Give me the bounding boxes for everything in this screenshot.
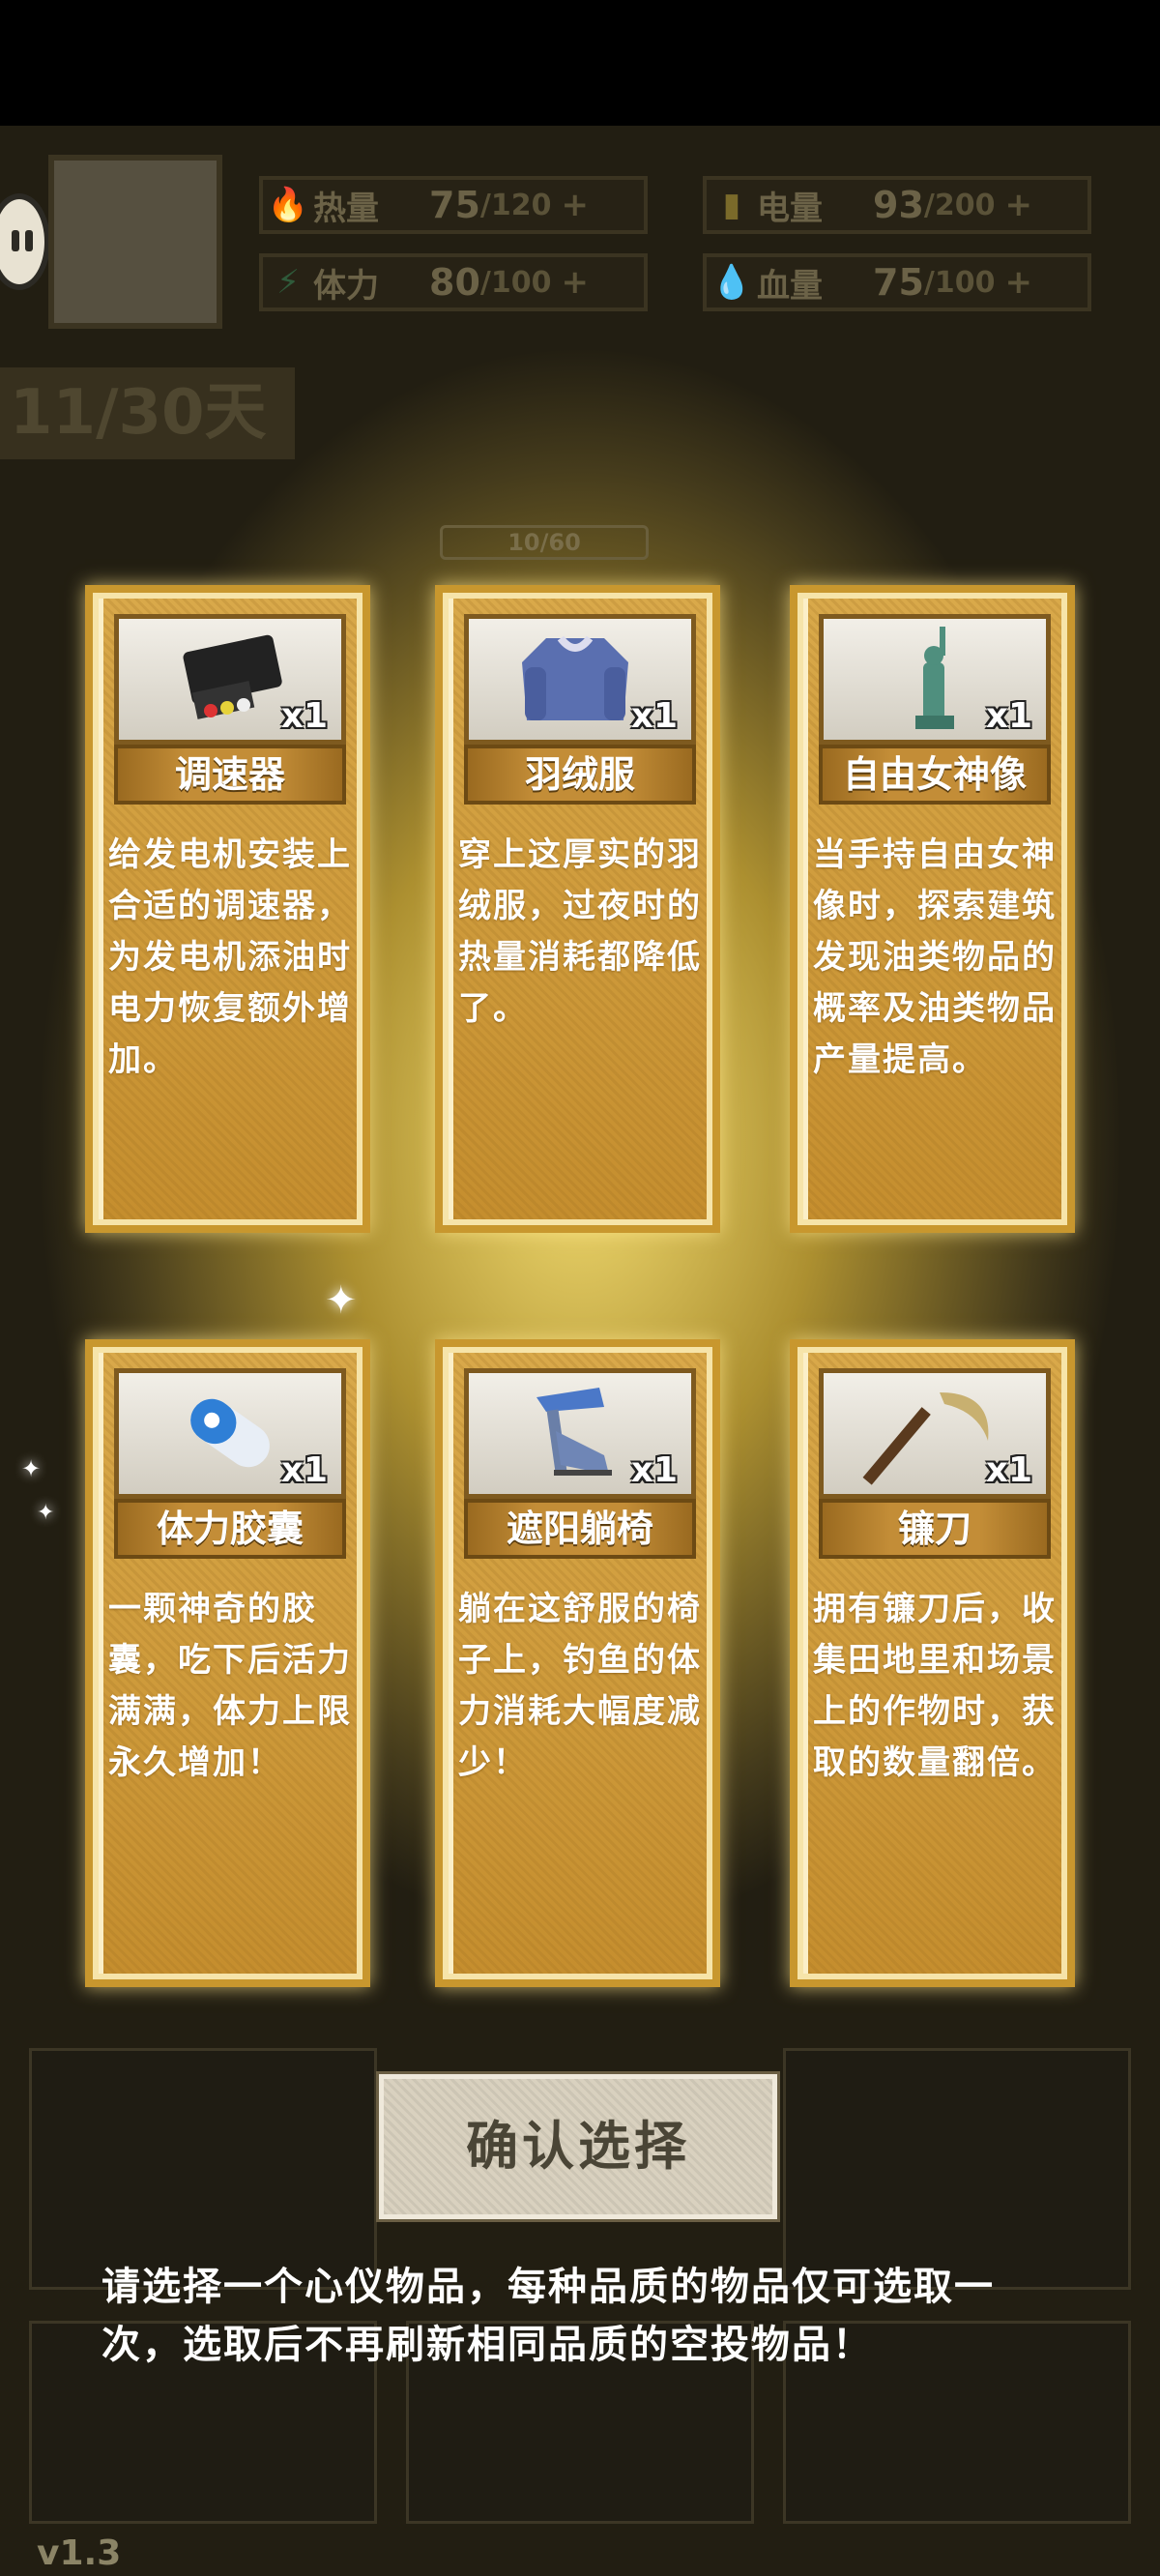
item-name: 遮阳躺椅 bbox=[464, 1499, 696, 1559]
card-sickle[interactable]: x1 镰刀 拥有镰刀后，收集田地里和场景上的作物时，获取的数量翻倍。 bbox=[790, 1339, 1075, 1987]
card-statue-of-liberty[interactable]: x1 自由女神像 当手持自由女神像时，探索建筑发现油类物品的概率及油类物品产量提… bbox=[790, 585, 1075, 1233]
stat-max: /200 bbox=[923, 188, 996, 222]
item-quantity: x1 bbox=[985, 1450, 1032, 1490]
stat-plus-button[interactable]: + bbox=[561, 186, 589, 224]
card-beach-chair[interactable]: x1 遮阳躺椅 躺在这舒服的椅子上，钓鱼的体力消耗大幅度减少！ bbox=[435, 1339, 720, 1987]
item-description: 一颗神奇的胶囊，吃下后活力满满，体力上限永久增加！ bbox=[108, 1590, 352, 1782]
item-name: 体力胶囊 bbox=[114, 1499, 346, 1559]
item-description: 躺在这舒服的椅子上，钓鱼的体力消耗大幅度减少！ bbox=[458, 1590, 702, 1782]
card-speed-controller[interactable]: x1 调速器 给发电机安装上合适的调速器，为发电机添油时电力恢复额外增加。 bbox=[85, 585, 370, 1233]
item-image: x1 bbox=[114, 614, 346, 745]
stat-value: 75 bbox=[873, 261, 924, 304]
progress-indicator: 10/60 bbox=[440, 525, 649, 560]
item-quantity: x1 bbox=[985, 696, 1032, 736]
avatar[interactable] bbox=[48, 155, 222, 329]
item-quantity: x1 bbox=[280, 696, 328, 736]
sparkle-icon: ✦ bbox=[21, 1455, 42, 1482]
sparkle-icon: ✦ bbox=[37, 1501, 55, 1525]
stat-power: ▮ 电量 93 /200 + bbox=[703, 176, 1091, 234]
stat-value: 93 bbox=[873, 184, 924, 226]
stat-label: 血量 bbox=[757, 266, 823, 306]
item-name: 羽绒服 bbox=[464, 745, 696, 805]
battery-icon: ▮ bbox=[722, 186, 741, 224]
stat-health: 💧 血量 75 /100 + bbox=[703, 253, 1091, 311]
item-image: x1 bbox=[464, 614, 696, 745]
card-stamina-capsule[interactable]: x1 体力胶囊 一颗神奇的胶囊，吃下后活力满满，体力上限永久增加！ bbox=[85, 1339, 370, 1987]
item-image: x1 bbox=[819, 1368, 1051, 1499]
stat-max: /100 bbox=[923, 265, 996, 300]
flame-icon: 🔥 bbox=[267, 186, 309, 224]
item-description: 给发电机安装上合适的调速器，为发电机添油时电力恢复额外增加。 bbox=[108, 835, 352, 1079]
item-name: 镰刀 bbox=[819, 1499, 1051, 1559]
stat-plus-button[interactable]: + bbox=[1004, 186, 1032, 224]
selection-hint: 请选择一个心仪物品，每种品质的物品仅可选取一次，选取后不再刷新相同品质的空投物品… bbox=[102, 2265, 995, 2367]
item-description: 拥有镰刀后，收集田地里和场景上的作物时，获取的数量翻倍。 bbox=[813, 1590, 1057, 1782]
item-description: 穿上这厚实的羽绒服，过夜时的热量消耗都降低了。 bbox=[458, 835, 702, 1028]
stat-plus-button[interactable]: + bbox=[561, 263, 589, 302]
confirm-button[interactable]: 确认选择 bbox=[379, 2074, 777, 2219]
sparkle-icon: ✦ bbox=[325, 1278, 358, 1323]
item-quantity: x1 bbox=[280, 1450, 328, 1490]
day-counter: 11/30天 bbox=[0, 367, 295, 459]
item-quantity: x1 bbox=[630, 1450, 678, 1490]
item-description: 当手持自由女神像时，探索建筑发现油类物品的概率及油类物品产量提高。 bbox=[813, 835, 1057, 1079]
stat-stamina: ⚡ 体力 80 /100 + bbox=[259, 253, 648, 311]
stat-label: 电量 bbox=[757, 189, 823, 228]
item-name: 调速器 bbox=[114, 745, 346, 805]
item-image: x1 bbox=[114, 1368, 346, 1499]
card-down-jacket[interactable]: x1 羽绒服 穿上这厚实的羽绒服，过夜时的热量消耗都降低了。 bbox=[435, 585, 720, 1233]
version-label: v1.3 bbox=[37, 2533, 122, 2573]
stat-max: /120 bbox=[479, 188, 552, 222]
stat-heat: 🔥 热量 75 /120 + bbox=[259, 176, 648, 234]
inventory-slot bbox=[29, 2048, 377, 2290]
stat-value: 75 bbox=[429, 184, 480, 226]
stat-max: /100 bbox=[479, 265, 552, 300]
stat-label: 体力 bbox=[313, 266, 379, 306]
stat-value: 80 bbox=[429, 261, 480, 304]
lightning-icon: ⚡ bbox=[276, 263, 300, 302]
item-image: x1 bbox=[819, 614, 1051, 745]
blood-drop-icon: 💧 bbox=[710, 263, 753, 302]
stat-plus-button[interactable]: + bbox=[1004, 263, 1032, 302]
inventory-slot bbox=[783, 2048, 1131, 2290]
item-image: x1 bbox=[464, 1368, 696, 1499]
item-name: 自由女神像 bbox=[819, 745, 1051, 805]
item-quantity: x1 bbox=[630, 696, 678, 736]
stat-label: 热量 bbox=[313, 189, 379, 228]
